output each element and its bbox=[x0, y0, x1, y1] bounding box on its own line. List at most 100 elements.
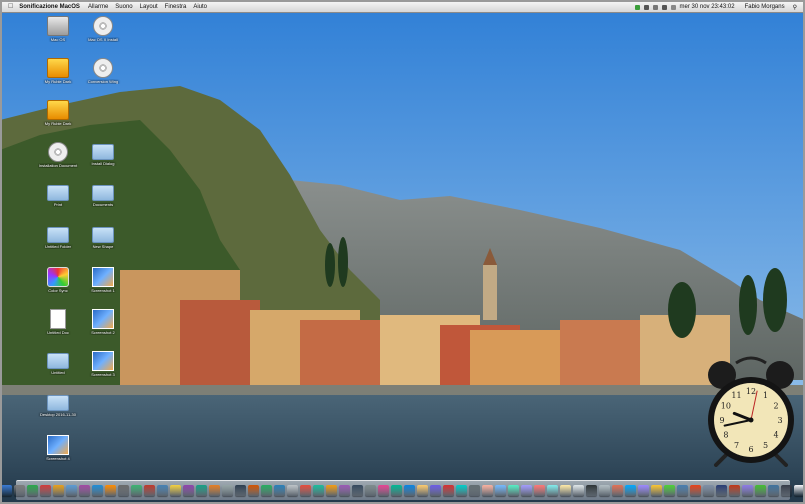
desktop-icon-color[interactable]: Color Sync bbox=[38, 267, 78, 293]
dock-app-icon[interactable] bbox=[105, 485, 116, 496]
dock-app-icon[interactable] bbox=[352, 485, 363, 496]
dock-app-icon[interactable] bbox=[222, 485, 233, 496]
apple-menu-icon[interactable]:  bbox=[8, 2, 13, 12]
dock-app-icon[interactable] bbox=[443, 485, 454, 496]
dock-app-icon[interactable] bbox=[677, 485, 688, 496]
desktop-icon-label: My Ruble Dark bbox=[44, 120, 72, 126]
dock-app-icon[interactable] bbox=[781, 485, 792, 496]
desktop-icon-folder[interactable]: Documents bbox=[83, 183, 123, 207]
dock-app-icon[interactable] bbox=[612, 485, 623, 496]
dock-app-icon[interactable] bbox=[274, 485, 285, 496]
desktop-icon-folder[interactable]: Print bbox=[38, 183, 78, 207]
menu-item-layout[interactable]: Layout bbox=[140, 4, 158, 10]
dock-app-icon[interactable] bbox=[560, 485, 571, 496]
dock-app-icon[interactable] bbox=[742, 485, 753, 496]
dock-app-icon[interactable] bbox=[703, 485, 714, 496]
menu-item-finestra[interactable]: Finestra bbox=[165, 4, 187, 10]
dock-app-icon[interactable] bbox=[664, 485, 675, 496]
desktop-icon-doc[interactable]: Untitled Doc bbox=[38, 308, 78, 335]
dock-app-icon[interactable] bbox=[157, 485, 168, 496]
menu-item-allarme[interactable]: Allarme bbox=[88, 4, 108, 10]
desktop-icon-box[interactable]: My Ruble Dark bbox=[38, 57, 78, 84]
dock-app-icon[interactable] bbox=[586, 485, 597, 496]
menu-item-aiuto[interactable]: Aiuto bbox=[193, 4, 207, 10]
dock-app-icon[interactable] bbox=[755, 485, 766, 496]
dock-app-icon[interactable] bbox=[521, 485, 532, 496]
desktop-icon-img[interactable]: Screenshot 2 bbox=[83, 308, 123, 335]
dock-app-icon[interactable] bbox=[27, 485, 38, 496]
dock-app-icon[interactable] bbox=[716, 485, 727, 496]
dock-app-icon[interactable] bbox=[248, 485, 259, 496]
dock-app-icon[interactable] bbox=[391, 485, 402, 496]
dock-app-icon[interactable] bbox=[40, 485, 51, 496]
dock-app-icon[interactable] bbox=[66, 485, 77, 496]
alarm-clock-widget[interactable]: 1234567891011 12 bbox=[706, 355, 796, 467]
status-battery-icon[interactable] bbox=[670, 4, 676, 10]
status-bluetooth-icon[interactable] bbox=[643, 4, 649, 10]
dock-app-icon[interactable] bbox=[638, 485, 649, 496]
folder-icon bbox=[47, 227, 69, 244]
status-green-icon[interactable] bbox=[634, 4, 640, 10]
dock-app-icon[interactable] bbox=[183, 485, 194, 496]
dock-app-icon[interactable] bbox=[378, 485, 389, 496]
dock-app-icon[interactable] bbox=[547, 485, 558, 496]
desktop-icon-disc[interactable]: Conversion Wing bbox=[83, 57, 123, 84]
dock-app-icon[interactable] bbox=[53, 485, 64, 496]
dock-app-icon[interactable] bbox=[14, 485, 25, 496]
menu-clock-text[interactable]: mer 30 nov 23:43:02 bbox=[680, 4, 735, 10]
dock-app-icon[interactable] bbox=[235, 485, 246, 496]
menu-app-name[interactable]: Sonificazione MacOS bbox=[19, 4, 80, 10]
status-volume-icon[interactable] bbox=[661, 4, 667, 10]
dock-app-icon[interactable] bbox=[339, 485, 350, 496]
dock-app-icon[interactable] bbox=[495, 485, 506, 496]
dock-app-icon[interactable] bbox=[261, 485, 272, 496]
dock-app-icon[interactable] bbox=[313, 485, 324, 496]
desktop-icon-label: New Shape bbox=[92, 244, 114, 250]
dock-app-icon[interactable] bbox=[690, 485, 701, 496]
spotlight-icon[interactable]: ⚲ bbox=[793, 4, 797, 11]
dock-app-icon[interactable] bbox=[1, 485, 12, 496]
dock-app-icon[interactable] bbox=[196, 485, 207, 496]
menu-user-name[interactable]: Fabio Morgans bbox=[745, 4, 785, 10]
dock-app-icon[interactable] bbox=[469, 485, 480, 496]
desktop-icon-disc[interactable]: Mac OS X Install bbox=[83, 16, 123, 42]
dock-app-icon[interactable] bbox=[508, 485, 519, 496]
dock-app-icon[interactable] bbox=[456, 485, 467, 496]
desktop-icon-folder[interactable]: New Shape bbox=[83, 225, 123, 249]
desktop-icon-folder[interactable]: Untitled bbox=[38, 351, 78, 375]
dock-app-icon[interactable] bbox=[417, 485, 428, 496]
dock-app-icon[interactable] bbox=[118, 485, 129, 496]
menu-item-suono[interactable]: Suono bbox=[115, 4, 132, 10]
dock-app-icon[interactable] bbox=[599, 485, 610, 496]
dock-app-icon[interactable] bbox=[131, 485, 142, 496]
dock-app-icon[interactable] bbox=[365, 485, 376, 496]
dock-app-icon[interactable] bbox=[534, 485, 545, 496]
desktop-icon-drive[interactable]: Mac OS bbox=[38, 16, 78, 42]
dock-app-icon[interactable] bbox=[794, 485, 805, 496]
dock-app-icon[interactable] bbox=[326, 485, 337, 496]
dock-app-icon[interactable] bbox=[768, 485, 779, 496]
desktop-icon-disc[interactable]: Installation Document bbox=[38, 141, 78, 168]
desktop-icon-img[interactable]: Screenshot 3 bbox=[83, 350, 123, 377]
desktop-icon-folder[interactable]: Untitled Folder bbox=[38, 225, 78, 249]
dock-app-icon[interactable] bbox=[430, 485, 441, 496]
dock-app-icon[interactable] bbox=[404, 485, 415, 496]
desktop-icon-img[interactable]: Screenshot 4 bbox=[38, 434, 78, 461]
dock-app-icon[interactable] bbox=[92, 485, 103, 496]
dock-app-icon[interactable] bbox=[287, 485, 298, 496]
status-wifi-icon[interactable] bbox=[652, 4, 658, 10]
dock-app-icon[interactable] bbox=[79, 485, 90, 496]
desktop-icon-folder[interactable]: Desktop 2016-11-30 bbox=[38, 393, 78, 417]
dock-app-icon[interactable] bbox=[170, 485, 181, 496]
desktop-icon-box[interactable]: My Ruble Dark bbox=[38, 99, 78, 126]
desktop-icon-folder[interactable]: Install Dialog bbox=[83, 142, 123, 166]
dock-app-icon[interactable] bbox=[144, 485, 155, 496]
dock-app-icon[interactable] bbox=[573, 485, 584, 496]
dock-app-icon[interactable] bbox=[729, 485, 740, 496]
dock-app-icon[interactable] bbox=[625, 485, 636, 496]
dock-app-icon[interactable] bbox=[482, 485, 493, 496]
dock-app-icon[interactable] bbox=[209, 485, 220, 496]
dock-app-icon[interactable] bbox=[651, 485, 662, 496]
dock-app-icon[interactable] bbox=[300, 485, 311, 496]
desktop-icon-img[interactable]: Screenshot 1 bbox=[83, 267, 123, 293]
